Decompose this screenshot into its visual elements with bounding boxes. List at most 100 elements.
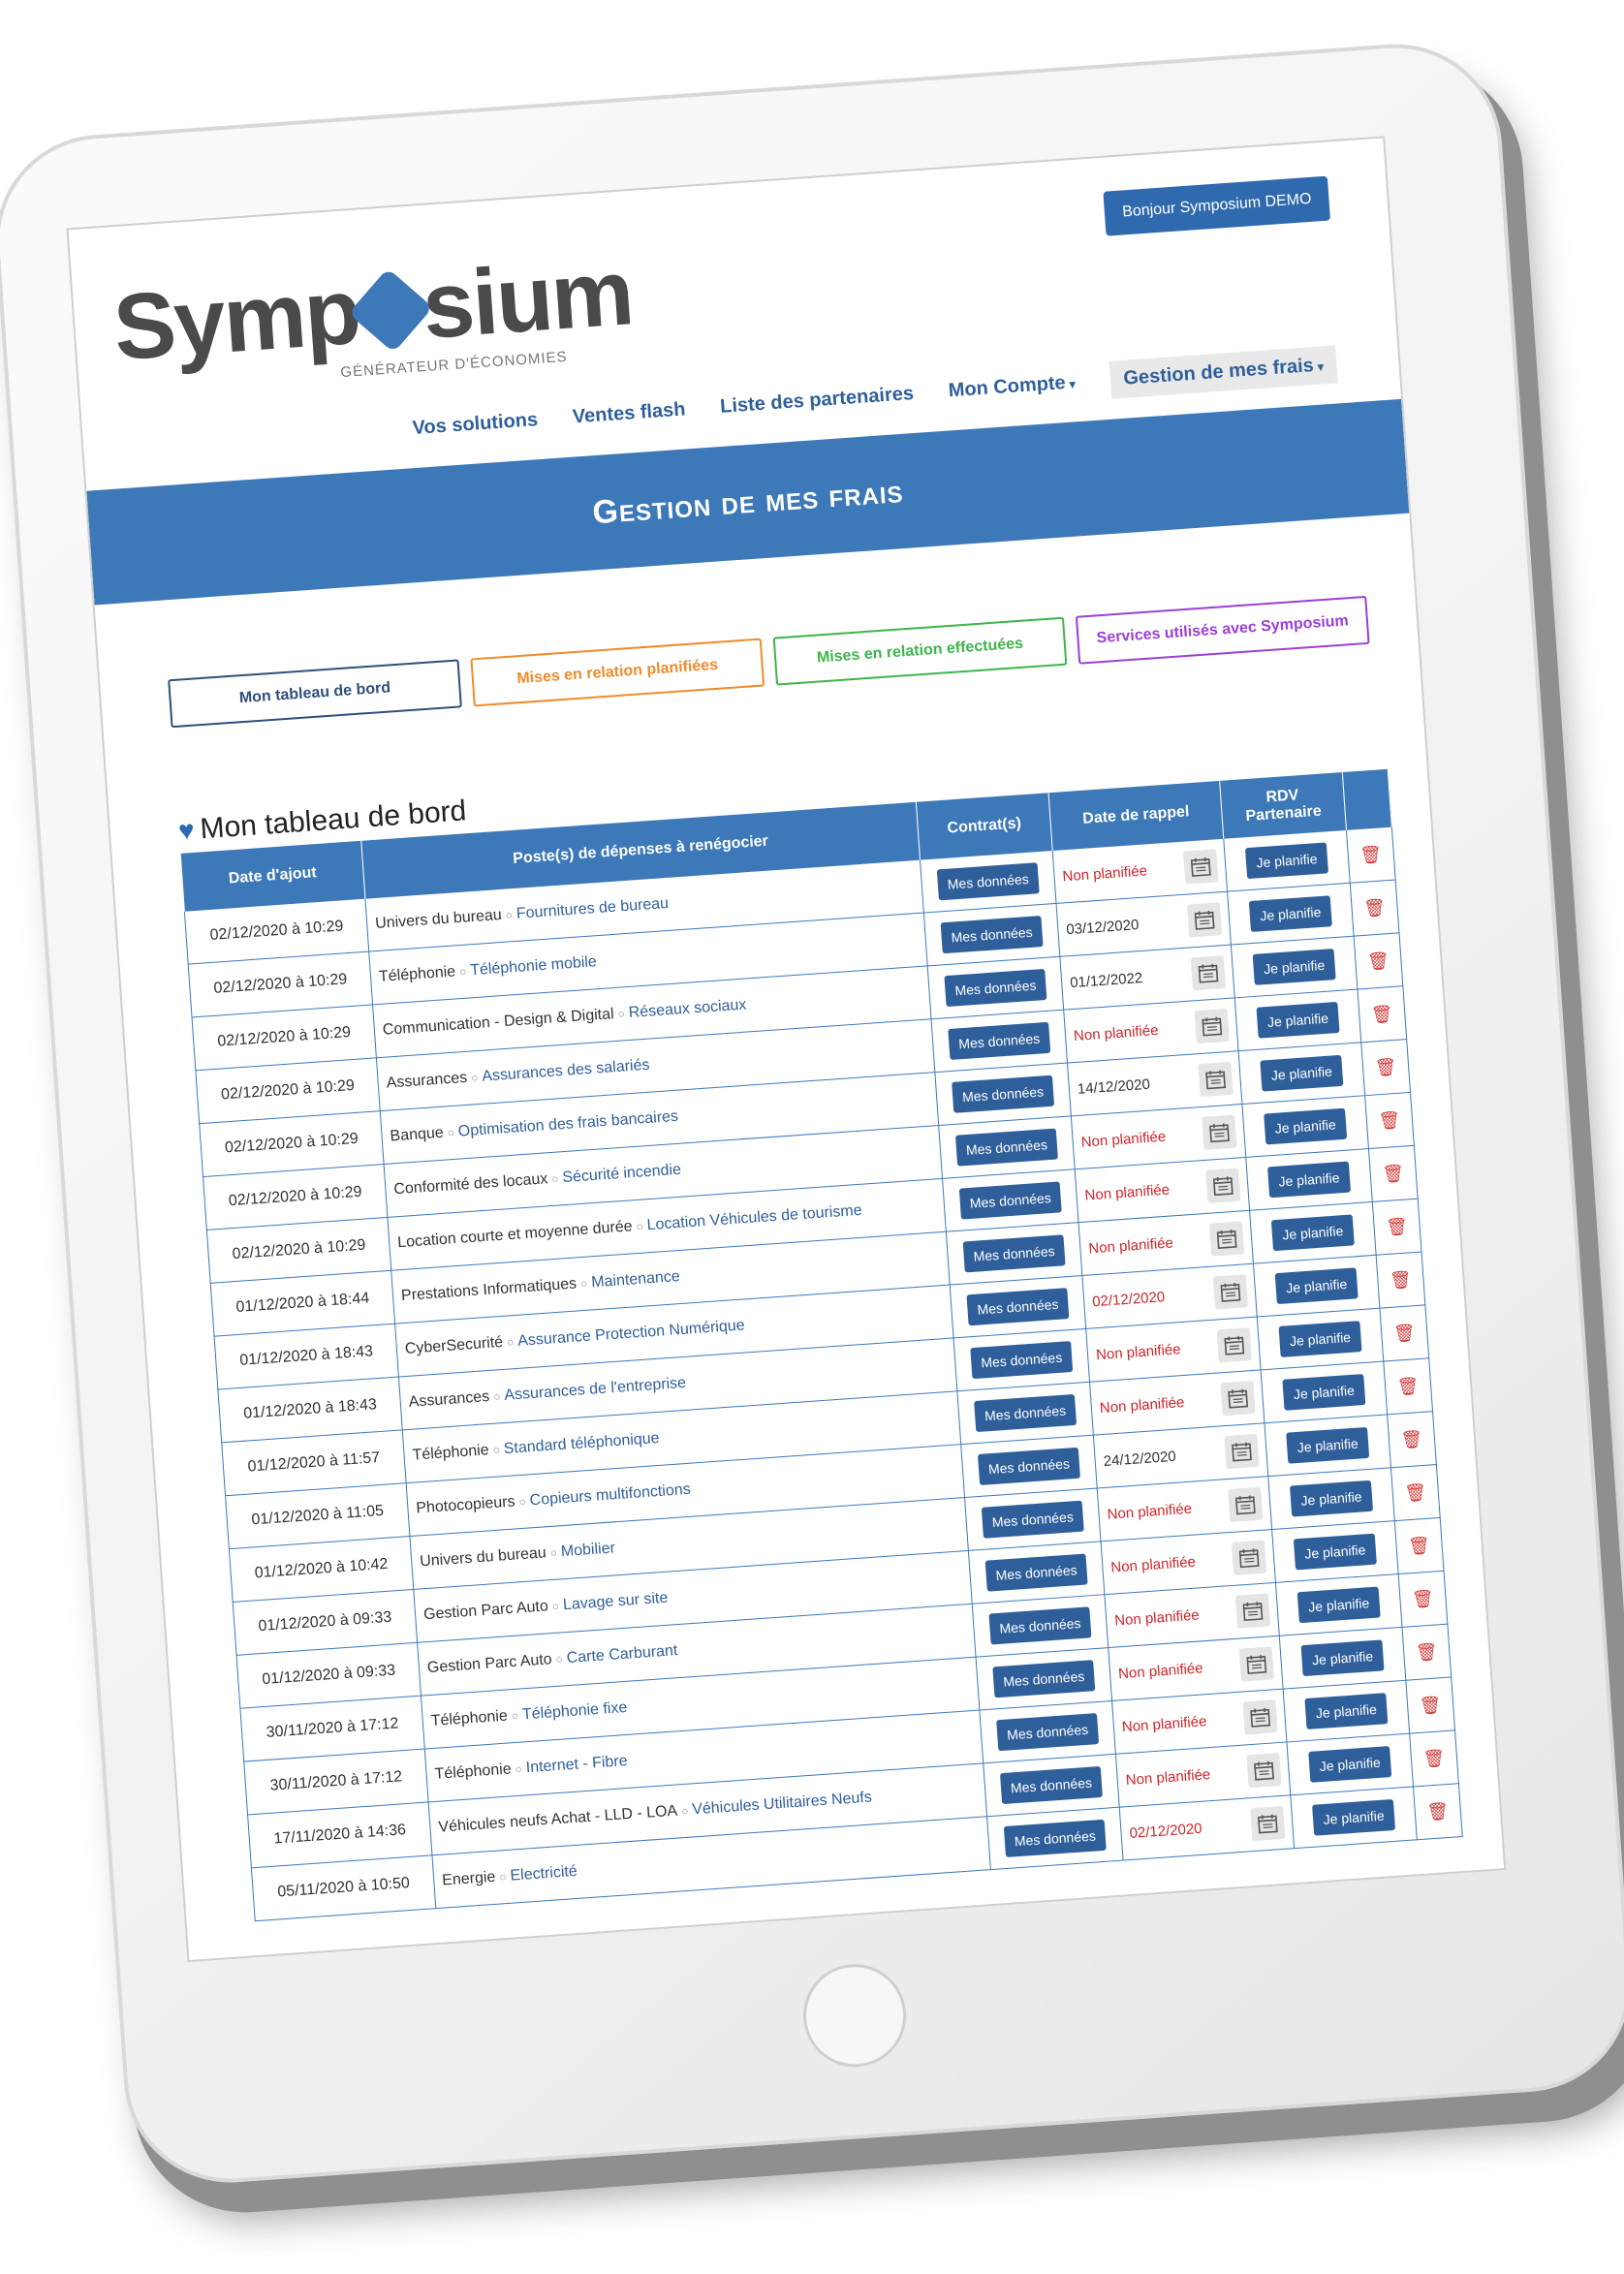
nav-vos-solutions[interactable]: Vos solutions: [412, 409, 539, 440]
row-subcategory-link[interactable]: Réseaux sociaux: [628, 997, 747, 1021]
trash-icon[interactable]: 🗑︎: [1374, 1056, 1397, 1077]
nav-mon-compte[interactable]: Mon Compte ▾: [948, 371, 1076, 402]
mes-donnees-button[interactable]: Mes données: [999, 1765, 1103, 1805]
calendar-icon[interactable]: [1190, 955, 1227, 991]
mes-donnees-button[interactable]: Mes données: [966, 1288, 1070, 1326]
trash-icon[interactable]: 🗑︎: [1411, 1588, 1434, 1609]
trash-icon[interactable]: 🗑︎: [1362, 897, 1386, 919]
tab-relations-planifiees[interactable]: Mises en relation planifiées: [470, 638, 765, 707]
calendar-icon[interactable]: [1216, 1327, 1252, 1363]
nav-ventes-flash[interactable]: Ventes flash: [572, 398, 686, 428]
trash-icon[interactable]: 🗑︎: [1370, 1004, 1393, 1025]
row-subcategory-link[interactable]: Assurances de l'entreprise: [504, 1375, 687, 1404]
mes-donnees-button[interactable]: Mes données: [948, 1021, 1051, 1060]
row-subcategory-link[interactable]: Lavage sur site: [562, 1590, 668, 1614]
trash-icon[interactable]: 🗑︎: [1396, 1376, 1420, 1397]
trash-icon[interactable]: 🗑︎: [1426, 1801, 1450, 1822]
calendar-icon[interactable]: [1228, 1486, 1264, 1522]
row-subcategory-link[interactable]: Assurances des salariés: [482, 1057, 650, 1085]
mes-donnees-button[interactable]: Mes données: [962, 1234, 1066, 1273]
je-planifie-button[interactable]: Je planifie: [1304, 1693, 1388, 1729]
row-subcategory-link[interactable]: Standard téléphonique: [503, 1430, 660, 1457]
calendar-icon[interactable]: [1183, 849, 1219, 885]
je-planifie-button[interactable]: Je planifie: [1301, 1639, 1385, 1677]
je-planifie-button[interactable]: Je planifie: [1286, 1426, 1369, 1464]
row-subcategory-link[interactable]: Maintenance: [591, 1268, 681, 1291]
tab-relations-effectuees[interactable]: Mises en relation effectuées: [772, 616, 1068, 686]
row-subcategory-link[interactable]: Téléphonie mobile: [470, 953, 598, 979]
trash-icon[interactable]: 🗑︎: [1378, 1109, 1401, 1131]
je-planifie-button[interactable]: Je planifie: [1249, 895, 1332, 932]
trash-icon[interactable]: 🗑︎: [1382, 1163, 1405, 1184]
mes-donnees-button[interactable]: Mes données: [940, 916, 1044, 954]
mes-donnees-button[interactable]: Mes données: [944, 968, 1047, 1008]
tab-tableau-de-bord[interactable]: Mon tableau de bord: [168, 659, 462, 729]
calendar-icon[interactable]: [1242, 1699, 1278, 1735]
calendar-icon[interactable]: [1231, 1540, 1267, 1575]
calendar-icon[interactable]: [1246, 1753, 1282, 1789]
trash-icon[interactable]: 🗑︎: [1366, 950, 1390, 972]
trash-icon[interactable]: 🗑︎: [1422, 1748, 1446, 1769]
mes-donnees-button[interactable]: Mes données: [1003, 1819, 1107, 1857]
mes-donnees-button[interactable]: Mes données: [981, 1500, 1084, 1539]
je-planifie-button[interactable]: Je planifie: [1253, 949, 1336, 985]
trash-icon[interactable]: 🗑︎: [1419, 1695, 1442, 1716]
calendar-icon[interactable]: [1250, 1805, 1286, 1842]
calendar-icon[interactable]: [1198, 1061, 1234, 1098]
je-planifie-button[interactable]: Je planifie: [1282, 1374, 1365, 1411]
trash-icon[interactable]: 🗑︎: [1400, 1428, 1423, 1449]
mes-donnees-button[interactable]: Mes données: [936, 862, 1040, 901]
mes-donnees-button[interactable]: Mes données: [984, 1553, 1088, 1592]
nav-gestion-frais[interactable]: Gestion de mes frais ▾: [1109, 345, 1339, 399]
header-rdv[interactable]: RDV Partenaire: [1219, 772, 1347, 839]
calendar-icon[interactable]: [1212, 1274, 1249, 1310]
nav-liste-partenaires[interactable]: Liste des partenaires: [719, 383, 914, 419]
mes-donnees-button[interactable]: Mes données: [974, 1393, 1077, 1433]
trash-icon[interactable]: 🗑︎: [1404, 1481, 1427, 1503]
calendar-icon[interactable]: [1194, 1008, 1230, 1044]
trash-icon[interactable]: 🗑︎: [1392, 1323, 1416, 1344]
je-planifie-button[interactable]: Je planifie: [1308, 1746, 1391, 1783]
trash-icon[interactable]: 🗑︎: [1408, 1535, 1431, 1556]
mes-donnees-button[interactable]: Mes données: [992, 1660, 1096, 1698]
row-subcategory-link[interactable]: Internet - Fibre: [525, 1753, 628, 1776]
row-subcategory-link[interactable]: Copieurs multifonctions: [529, 1481, 691, 1510]
calendar-icon[interactable]: [1208, 1221, 1245, 1257]
trash-icon[interactable]: 🗑︎: [1415, 1641, 1438, 1663]
je-planifie-button[interactable]: Je planifie: [1290, 1480, 1373, 1517]
row-subcategory-link[interactable]: Mobilier: [560, 1540, 615, 1560]
row-subcategory-link[interactable]: Electricité: [510, 1863, 578, 1885]
row-subcategory-link[interactable]: Optimisation des frais bancaires: [457, 1108, 678, 1140]
row-subcategory-link[interactable]: Téléphonie fixe: [521, 1699, 627, 1724]
je-planifie-button[interactable]: Je planifie: [1294, 1533, 1377, 1571]
calendar-icon[interactable]: [1220, 1380, 1256, 1417]
mes-donnees-button[interactable]: Mes données: [977, 1447, 1080, 1485]
header-contrat[interactable]: Contrat(s): [916, 793, 1053, 860]
je-planifie-button[interactable]: Je planifie: [1264, 1107, 1347, 1145]
trash-icon[interactable]: 🗑︎: [1359, 844, 1383, 865]
row-subcategory-link[interactable]: Véhicules Utilitaires Neufs: [692, 1790, 873, 1819]
calendar-icon[interactable]: [1234, 1593, 1271, 1629]
mes-donnees-button[interactable]: Mes données: [954, 1128, 1058, 1167]
greeting-button[interactable]: Bonjour Symposium DEMO: [1103, 175, 1331, 236]
tab-services-utilises[interactable]: Services utilisés avec Symposium: [1075, 595, 1370, 665]
mes-donnees-button[interactable]: Mes données: [988, 1606, 1092, 1645]
calendar-icon[interactable]: [1205, 1168, 1241, 1203]
mes-donnees-button[interactable]: Mes données: [970, 1341, 1074, 1380]
row-subcategory-link[interactable]: Assurance Protection Numérique: [517, 1317, 745, 1349]
mes-donnees-button[interactable]: Mes données: [952, 1075, 1055, 1113]
je-planifie-button[interactable]: Je planifie: [1245, 842, 1328, 880]
home-button[interactable]: [799, 1960, 910, 2071]
trash-icon[interactable]: 🗑︎: [1386, 1216, 1409, 1237]
calendar-icon[interactable]: [1238, 1646, 1274, 1682]
calendar-icon[interactable]: [1186, 902, 1223, 938]
je-planifie-button[interactable]: Je planifie: [1271, 1214, 1355, 1252]
mes-donnees-button[interactable]: Mes données: [996, 1713, 1100, 1752]
row-subcategory-link[interactable]: Sécurité incendie: [562, 1162, 682, 1187]
je-planifie-button[interactable]: Je planifie: [1275, 1267, 1359, 1305]
calendar-icon[interactable]: [1202, 1114, 1237, 1150]
row-subcategory-link[interactable]: Carte Carburant: [566, 1642, 678, 1667]
je-planifie-button[interactable]: Je planifie: [1267, 1161, 1351, 1199]
calendar-icon[interactable]: [1224, 1433, 1260, 1470]
je-planifie-button[interactable]: Je planifie: [1278, 1321, 1362, 1357]
